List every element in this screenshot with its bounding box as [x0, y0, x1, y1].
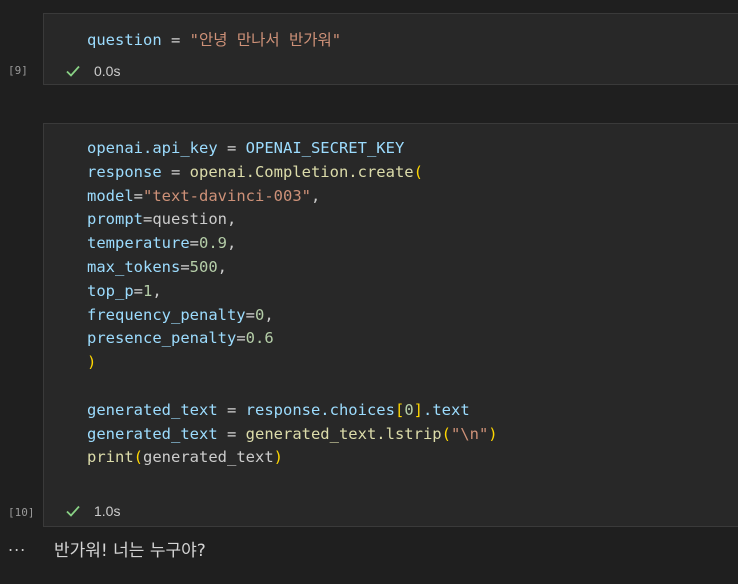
code-token: question	[87, 31, 162, 49]
code-token: model	[87, 186, 134, 205]
code-token: 1	[143, 281, 153, 300]
code-token: 500	[189, 257, 218, 276]
code-token: 0	[404, 400, 414, 419]
execution-status: 1.0s	[64, 502, 120, 520]
check-icon	[66, 65, 80, 77]
code-token: =	[133, 186, 144, 205]
code-token: OPENAI_SECRET_KEY	[245, 139, 405, 157]
code-editor[interactable]: openai.api_key = OPENAI_SECRET_KEY respo…	[87, 137, 498, 470]
code-token: =	[180, 257, 190, 276]
code-token: =	[217, 400, 246, 419]
code-token: ,	[152, 281, 162, 300]
execution-count: [10]	[8, 506, 35, 519]
code-token: )	[488, 424, 498, 443]
code-token: 0	[254, 305, 265, 324]
execution-count: [9]	[8, 64, 28, 77]
code-token: =	[217, 139, 246, 157]
code-token: presence_penalty	[87, 329, 237, 348]
check-icon	[66, 505, 80, 517]
execution-time: 1.0s	[94, 503, 121, 519]
code-editor[interactable]: question = "안녕 만나서 반가워"	[87, 29, 341, 53]
code-token: 0.9	[199, 234, 227, 253]
code-token: =	[161, 162, 190, 181]
code-token: (	[133, 448, 144, 467]
code-token: generated_text	[143, 448, 274, 467]
code-token: ,	[264, 305, 274, 324]
code-token: generated_text	[87, 424, 218, 443]
code-token: "text-davinci-003"	[143, 186, 311, 205]
code-cell-9[interactable]: question = "안녕 만나서 반가워" 0.0s	[43, 13, 738, 85]
code-cell-10[interactable]: openai.api_key = OPENAI_SECRET_KEY respo…	[43, 123, 738, 527]
code-token: generated_text.lstrip	[245, 424, 442, 443]
code-token: =	[245, 305, 255, 324]
code-token: max_tokens	[87, 257, 181, 276]
code-token: =	[189, 234, 199, 253]
code-token: ]	[413, 400, 423, 419]
code-token: (	[413, 162, 423, 181]
code-token: response	[87, 162, 162, 181]
code-token: =	[236, 329, 246, 348]
code-token: question	[152, 210, 227, 229]
code-token: print	[87, 448, 134, 467]
code-token: .text	[423, 400, 470, 419]
code-token: [	[394, 400, 405, 419]
code-token: =	[161, 31, 190, 49]
code-token: temperature	[87, 234, 190, 253]
output-actions-button[interactable]: ...	[8, 536, 26, 555]
code-token: frequency_penalty	[87, 305, 246, 324]
output-text: 반가워! 너는 누구야?	[54, 541, 206, 561]
code-token: )	[273, 448, 284, 467]
code-token: ,	[227, 234, 237, 253]
code-token: generated_text	[87, 400, 218, 419]
code-token: openai.Completion.create	[189, 162, 414, 181]
code-token: top_p	[87, 281, 134, 300]
code-token: prompt	[87, 210, 143, 229]
code-token: ,	[311, 186, 321, 205]
execution-status: 0.0s	[64, 62, 120, 80]
code-token: =	[143, 210, 153, 229]
code-token: =	[217, 424, 246, 443]
code-token: "\n"	[450, 424, 489, 443]
code-token: response.choices	[245, 400, 395, 419]
code-token: =	[133, 281, 144, 300]
code-token: openai.api_key	[87, 139, 218, 157]
code-token: ,	[227, 210, 237, 229]
code-token: "안녕 만나서 반가워"	[189, 31, 342, 49]
execution-time: 0.0s	[94, 63, 121, 79]
code-token: 0.6	[245, 329, 274, 348]
code-token: (	[441, 424, 451, 443]
cell-output: ... 반가워! 너는 누구야?	[0, 530, 738, 566]
code-token: ,	[217, 257, 228, 276]
code-token: )	[87, 353, 97, 372]
